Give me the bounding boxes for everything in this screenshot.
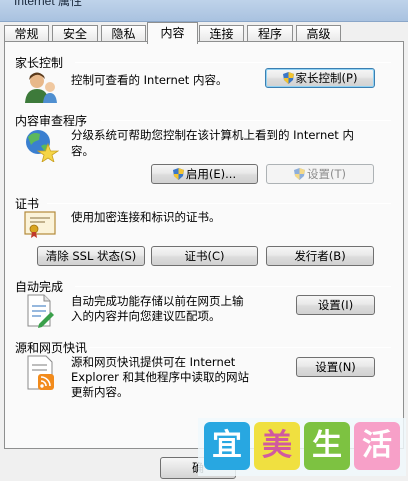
- feeds-description-line1: 源和网页快讯提供可在 Internet: [71, 355, 236, 369]
- feeds-description-line3: 更新内容。: [71, 385, 129, 399]
- tab-strip: 常规 安全 隐私 内容 连接 程序 高级: [4, 22, 404, 44]
- parental-controls-button-label: 家长控制(P): [295, 71, 358, 85]
- parental-controls-icon: [25, 72, 57, 103]
- advisor-settings-button[interactable]: 设置(T): [266, 164, 374, 184]
- feeds-description-line2: Explorer 和其他程序中读取的网站: [71, 370, 250, 384]
- content-tab-panel: 家长控制 控制可查看的 Internet 内容。 家长控制(P) 内容审查程序 …: [4, 41, 404, 449]
- certificates-description: 使用加密连接和标识的证书。: [71, 210, 221, 224]
- advisor-section-title: 内容审查程序: [15, 114, 88, 128]
- certificate-icon: [24, 211, 56, 238]
- uac-shield-icon: [172, 168, 184, 180]
- advisor-description-line2: 容。: [71, 144, 94, 158]
- parental-description: 控制可查看的 Internet 内容。: [71, 73, 228, 87]
- autocomplete-icon: [27, 294, 54, 328]
- autocomplete-settings-button[interactable]: 设置(I): [296, 295, 375, 315]
- section-divider: [89, 347, 391, 348]
- section-divider: [75, 286, 391, 287]
- watermark-char: 宜: [204, 422, 250, 470]
- advisor-settings-button-label: 设置(T): [307, 167, 346, 181]
- title-bar: Internet 属性: [0, 0, 408, 22]
- advisor-description-line1: 分级系统可帮助您控制在该计算机上看到的 Internet 内: [71, 128, 354, 142]
- section-divider: [101, 120, 391, 121]
- watermark-char: 生: [304, 422, 350, 470]
- section-divider: [75, 62, 391, 63]
- uac-shield-icon: [282, 72, 294, 84]
- enable-advisor-button[interactable]: 启用(E)...: [151, 164, 258, 184]
- window-title: Internet 属性: [14, 0, 83, 8]
- parental-controls-button[interactable]: 家长控制(P): [265, 68, 375, 88]
- content-advisor-icon: [26, 130, 59, 162]
- certificates-button[interactable]: 证书(C): [151, 246, 258, 266]
- clear-ssl-state-button[interactable]: 清除 SSL 状态(S): [37, 246, 145, 266]
- feeds-settings-button[interactable]: 设置(N): [296, 357, 375, 377]
- autocomplete-section-title: 自动完成: [15, 280, 64, 294]
- watermark-logo: 宜 美 生 活: [198, 418, 406, 476]
- watermark-char: 活: [354, 422, 400, 470]
- autocomplete-description-line2: 入的内容并向您建议匹配项。: [71, 309, 221, 323]
- uac-shield-icon: [294, 168, 305, 180]
- autocomplete-description-line1: 自动完成功能存储以前在网页上输: [71, 294, 244, 308]
- parental-section-title: 家长控制: [15, 56, 64, 70]
- tab-content[interactable]: 内容: [147, 22, 198, 44]
- feeds-icon: [27, 355, 54, 390]
- enable-advisor-button-label: 启用(E)...: [185, 167, 237, 181]
- feeds-section-title: 源和网页快讯: [15, 341, 88, 355]
- publishers-button[interactable]: 发行者(B): [266, 246, 374, 266]
- watermark-char: 美: [254, 422, 300, 470]
- section-divider: [47, 203, 391, 204]
